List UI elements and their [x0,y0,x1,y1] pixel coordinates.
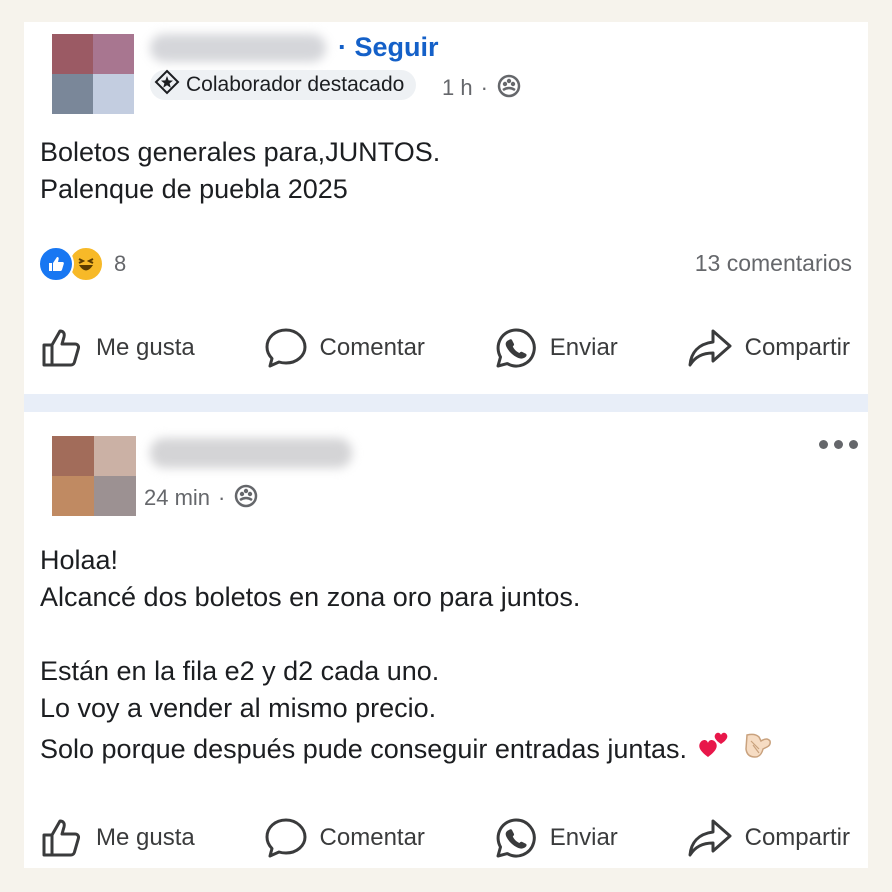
comment-bubble-icon [264,817,308,859]
like-reaction-icon [38,246,74,282]
comment-button[interactable]: Comentar [264,327,425,369]
comment-label: Comentar [319,824,425,851]
reactions-count: 8 [114,251,127,276]
comment-button[interactable]: Comentar [264,817,425,859]
post-text-line: Palenque de puebla 2025 [40,174,348,204]
author-name-blurred[interactable] [150,438,352,468]
follow-button[interactable]: · Seguir [338,32,439,63]
separator: · [480,75,488,100]
send-button[interactable]: Enviar [494,327,618,369]
friends-icon [233,482,259,514]
star-badge-icon [154,69,180,101]
post-text-line: Alcancé dos boletos en zona oro para jun… [40,582,581,612]
post-card: · Seguir Colaborador destacado 1 h · Bol… [24,22,868,394]
post-time[interactable]: 24 min [144,485,210,511]
post-text-line: Están en la fila e2 y d2 cada uno. [40,656,440,686]
pointing-hand-icon [741,727,775,771]
avatar[interactable] [52,34,134,114]
author-name-blurred[interactable] [150,34,326,62]
more-options-icon[interactable] [819,440,858,449]
post-text-line: Boletos generales para,JUNTOS. [40,137,441,167]
comment-label: Comentar [319,334,425,361]
two-hearts-icon [697,727,731,771]
send-label: Enviar [549,334,618,361]
share-arrow-icon [687,327,733,369]
badge-label: Colaborador destacado [186,73,405,96]
comment-bubble-icon [264,327,308,369]
post-text-line [40,616,775,653]
friends-icon [496,72,522,104]
post-text: Boletos generales para,JUNTOS. Palenque … [40,134,440,208]
thumbs-up-icon [40,817,84,859]
post-meta: 1 h · [442,72,522,104]
post-meta: 24 min · [144,482,259,514]
like-button[interactable]: Me gusta [40,817,195,859]
feed-divider [24,394,868,412]
thumbs-up-icon [40,327,84,369]
send-button[interactable]: Enviar [494,817,618,859]
action-bar: Me gusta Comentar Enviar Compartir [24,318,868,378]
separator: · [218,485,226,510]
post-text-line: Lo voy a vender al mismo precio. [40,693,437,723]
action-bar: Me gusta Comentar Enviar Compartir [24,808,868,868]
whatsapp-icon [494,327,538,369]
post-text: Holaa! Alcancé dos boletos en zona oro p… [40,542,775,771]
post-time[interactable]: 1 h [442,75,473,101]
whatsapp-icon [494,817,538,859]
top-contributor-badge: Colaborador destacado [150,69,417,101]
post-text-line: Holaa! [40,545,119,575]
share-button[interactable]: Compartir [687,327,850,369]
post-text-line: Solo porque después pude conseguir entra… [40,733,687,764]
share-arrow-icon [687,817,733,859]
post-card: 24 min · Holaa! Alcancé dos boletos en z… [24,412,868,868]
like-label: Me gusta [96,824,195,851]
avatar[interactable] [52,436,136,516]
reactions-summary[interactable]: 8 [38,246,126,282]
like-label: Me gusta [96,334,195,361]
share-button[interactable]: Compartir [687,817,850,859]
like-button[interactable]: Me gusta [40,327,195,369]
send-label: Enviar [549,824,618,851]
share-label: Compartir [744,334,850,361]
post-text-line-with-emoji: Solo porque después pude conseguir entra… [40,727,775,771]
comments-count[interactable]: 13 comentarios [695,250,852,277]
share-label: Compartir [744,824,850,851]
